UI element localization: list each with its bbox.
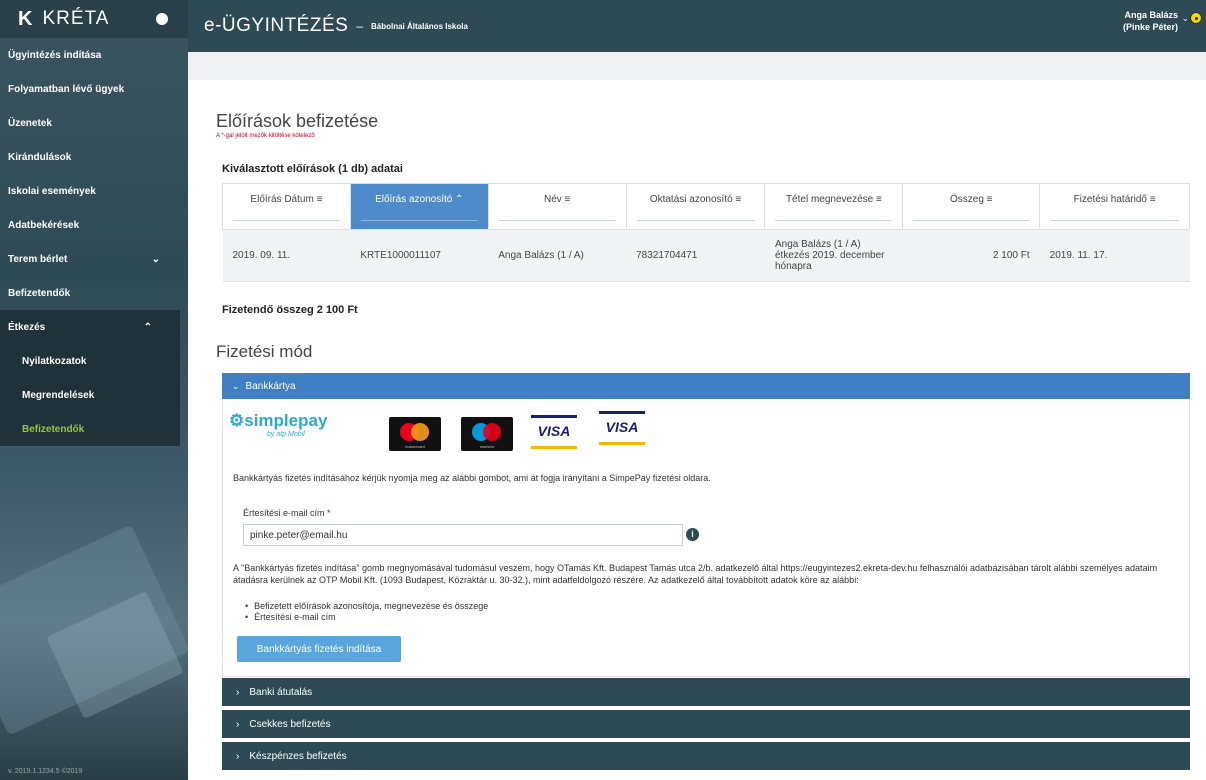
sidebar-item-iskolai-esemenyek[interactable]: Iskolai események: [0, 174, 188, 208]
chevron-up-icon: ⌃: [143, 321, 152, 333]
sidebar-group-etkezes: Étkezés ⌃ Nyilatkozatok Megrendelések Be…: [0, 310, 180, 446]
column-header[interactable]: Összeg ≡: [902, 183, 1041, 230]
table-cell: 78321704471: [626, 229, 765, 282]
sort-icon: ≡: [1149, 194, 1156, 205]
maestro-logo: maestro: [461, 417, 513, 451]
list-item: Befizetett előírások azonosítója, megnev…: [245, 601, 488, 612]
user-menu[interactable]: Anga Balázs (Pinke Péter): [1123, 9, 1178, 33]
column-header[interactable]: Tétel megnevezése ≡: [764, 183, 904, 230]
brand[interactable]: K KRÉTA: [0, 0, 188, 38]
chevron-down-icon: ⌄: [151, 253, 160, 265]
sidebar-item-ugyintezes-inditasa[interactable]: Ügyintézés indítása: [0, 38, 188, 72]
info-icon[interactable]: i: [686, 528, 699, 541]
table-cell: 2 100 Ft: [902, 229, 1040, 282]
sidebar-nav: Ügyintézés indítása Folyamatban lévő ügy…: [0, 38, 188, 446]
list-item: Értesítési e-mail cím: [245, 612, 488, 623]
data-list: Befizetett előírások azonosítója, megnev…: [245, 601, 488, 623]
simplepay-logo: ⚙simplepay: [229, 411, 328, 430]
chevron-right-icon: ›: [236, 718, 240, 730]
column-header-sorted[interactable]: Előírás azonosító ⌃: [349, 183, 489, 230]
column-header[interactable]: Előírás Dátum ≡: [222, 183, 351, 230]
sidebar-toggle-icon[interactable]: [156, 13, 168, 25]
sort-icon: ≡: [316, 194, 323, 205]
user-sub: (Pinke Péter): [1122, 22, 1178, 32]
payment-logos: ⚙simplepay by otp Mobil mastercard maest…: [229, 409, 659, 451]
sidebar-subitem-befizetendok[interactable]: Befizetendők: [0, 412, 180, 446]
mastercard-logo: mastercard: [389, 417, 441, 451]
table-cell: Anga Balázs (1 / A): [488, 229, 627, 282]
accordion-label: Készpénzes befizetés: [249, 750, 347, 762]
sidebar-item-kirandulasok[interactable]: Kirándulások: [0, 140, 188, 174]
chevron-right-icon: ›: [236, 686, 240, 698]
chevron-down-icon: ⌄: [232, 380, 240, 391]
accordion-cheque[interactable]: › Csekkes befizetés: [222, 710, 1190, 738]
accordion-label: Bankkártya: [245, 380, 296, 392]
consent-text: A "Bankkártyás fizetés indítása" gomb me…: [233, 563, 1158, 585]
accordion-label: Banki átutalás: [249, 686, 313, 698]
accordion-bankcard-body: ⚙simplepay by otp Mobil mastercard maest…: [222, 399, 1190, 677]
sidebar-subitem-megrendelesek[interactable]: Megrendelések: [0, 378, 180, 412]
top-header: e-ÜGYINTÉZÉS – Bábolnai Általános Iskola…: [188, 0, 1206, 52]
visa-logo: VISA: [529, 415, 579, 451]
email-field[interactable]: [243, 524, 683, 546]
sidebar-item-etkezes[interactable]: Étkezés ⌃: [0, 310, 180, 344]
sort-icon: ≡: [876, 194, 882, 205]
user-name: Anga Balázs: [1124, 10, 1178, 20]
sidebar-item-befizetendok[interactable]: Befizetendők: [0, 276, 188, 310]
start-card-payment-button[interactable]: Bankkártyás fizetés indítása: [237, 636, 401, 662]
chevron-down-icon[interactable]: ⌄: [1181, 13, 1189, 24]
page-title: Előírások befizetése: [216, 111, 379, 131]
table-cell: 2019. 09. 11.: [222, 229, 351, 282]
radiation-icon[interactable]: [1190, 12, 1202, 24]
chevron-right-icon: ›: [236, 750, 240, 762]
email-label: Értesítési e-mail cím *: [243, 508, 331, 518]
required-note: A *-gal jelölt mezők kitöltése kötelező: [216, 133, 315, 139]
column-header[interactable]: Fizetési határidő ≡: [1039, 183, 1190, 230]
sort-icon: ≡: [564, 194, 571, 205]
sort-ascending-icon: ⌃: [455, 194, 464, 205]
table-cell: KRTE1000011107: [350, 229, 489, 282]
table-cell: Anga Balázs (1 / A) étkezés 2019. decemb…: [764, 229, 903, 282]
app-title: e-ÜGYINTÉZÉS: [204, 15, 349, 36]
kreta-logo-icon: K: [18, 7, 33, 30]
accordion-bankcard-header[interactable]: ⌄ Bankkártya: [222, 373, 1190, 399]
table-row[interactable]: 2019. 09. 11. KRTE1000011107 Anga Balázs…: [222, 229, 1190, 282]
sidebar-item-folyamatban[interactable]: Folyamatban lévő ügyek: [0, 72, 188, 106]
simplepay-subtitle: by otp Mobil: [267, 431, 305, 438]
table-header-row: Előírás Dátum ≡ Előírás azonosító ⌃ Név …: [222, 183, 1190, 230]
sidebar-subitem-nyilatkozatok[interactable]: Nyilatkozatok: [0, 344, 180, 378]
accordion-bank-transfer[interactable]: › Banki átutalás: [222, 678, 1190, 706]
payment-method-title: Fizetési mód: [216, 342, 313, 361]
column-header[interactable]: Oktatási azonosító ≡: [625, 183, 766, 230]
sidebar-item-terem-berlet[interactable]: Terem bérlet ⌄: [0, 242, 188, 276]
accordion-cash[interactable]: › Készpénzes befizetés: [222, 742, 1190, 770]
bankcard-info-text: Bankkártyás fizetés indításához kérjük n…: [233, 473, 711, 483]
section-title: Kiválasztott előírások (1 db) adatai: [222, 163, 403, 175]
toolbar-strip: [188, 52, 1206, 80]
sidebar-item-label: Terem bérlet: [8, 253, 68, 265]
table-cell: 2019. 11. 17.: [1039, 229, 1190, 282]
total-amount: Fizetendő összeg 2 100 Ft: [222, 304, 358, 316]
sidebar-item-adatbekeresek[interactable]: Adatbekérések: [0, 208, 188, 242]
required-marker: *: [327, 508, 331, 518]
main-content: Előírások befizetése A *-gal jelölt mező…: [188, 80, 1206, 780]
title-separator: –: [356, 19, 363, 33]
sort-icon: ≡: [986, 194, 993, 205]
sidebar-item-label: Étkezés: [8, 321, 46, 333]
accordion-label: Csekkes befizetés: [249, 718, 331, 730]
sidebar-item-uzenetek[interactable]: Üzenetek: [0, 106, 188, 140]
school-name: Bábolnai Általános Iskola: [371, 21, 468, 31]
sort-icon: ≡: [735, 194, 742, 205]
version-text: v. 2019.1.1234.5 ©2019: [8, 768, 83, 775]
brand-name: KRÉTA: [42, 8, 110, 29]
column-header[interactable]: Név ≡: [487, 183, 627, 230]
sidebar: K KRÉTA Ügyintézés indítása Folyamatban …: [0, 0, 188, 780]
visa-electron-logo: VISA: [597, 411, 647, 447]
items-table: Előírás Dátum ≡ Előírás azonosító ⌃ Név …: [222, 183, 1190, 282]
